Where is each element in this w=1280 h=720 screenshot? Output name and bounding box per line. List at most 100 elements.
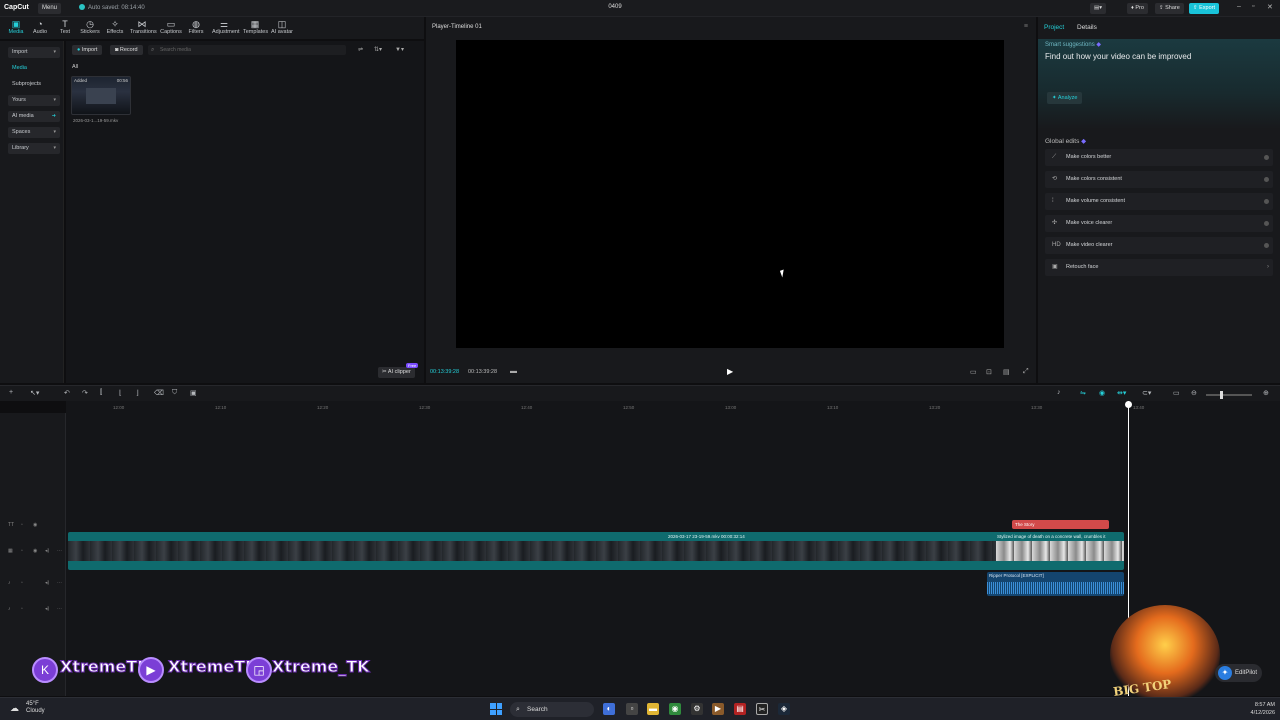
focus-icon[interactable]: ⊡ (986, 368, 992, 376)
settings-icon[interactable]: ⚙ (691, 703, 703, 715)
screen-icon[interactable]: ▣ (190, 389, 197, 397)
media-app-icon[interactable]: ▶ (712, 703, 724, 715)
lock-icon[interactable]: ▫ (21, 606, 23, 612)
eye-icon[interactable]: ◉ (33, 548, 37, 554)
mute-icon[interactable]: ◂) (45, 580, 49, 586)
crop-icon[interactable]: ▭ (970, 368, 977, 376)
timeline-ruler[interactable]: 12:00 12:10 12:20 12:30 12:40 12:50 13:0… (66, 401, 1280, 413)
undo-icon[interactable]: ↶ (64, 389, 70, 397)
microphone-icon[interactable]: ♪ (1057, 389, 1061, 396)
minimize-icon[interactable]: – (1237, 3, 1241, 10)
text-clip[interactable]: The Story (1012, 520, 1109, 529)
media-thumbnail[interactable]: Added 00:56 (71, 76, 131, 115)
windows-start-icon[interactable] (490, 703, 502, 715)
video-clip[interactable]: 2026-03-17 23-19-59.mkv 00:00:32:14 Styl… (68, 532, 1124, 570)
eye-icon[interactable]: ◉ (33, 522, 37, 528)
tab-project[interactable]: Project (1044, 24, 1064, 31)
edit-make-video-clearer[interactable]: HD Make video clearer (1045, 237, 1273, 254)
export-button[interactable]: ⇧ Export (1189, 3, 1220, 14)
zoom-out-icon[interactable]: ⊖ (1191, 389, 1197, 397)
video-preview[interactable] (456, 40, 1004, 348)
tool-audio[interactable]: ◔ Audio (28, 19, 52, 35)
search-input[interactable]: ⌕ Search media (148, 45, 346, 55)
delete-icon[interactable]: ⌫ (154, 389, 164, 397)
edit-retouch-face[interactable]: ▣ Retouch face › (1045, 259, 1273, 276)
more-icon[interactable]: ⋯ (57, 548, 62, 554)
select-tool-icon[interactable]: ↖▾ (30, 389, 39, 397)
hamburger-icon[interactable]: ≡ (1024, 23, 1028, 30)
weather-widget[interactable]: 45°F Cloudy (26, 701, 45, 715)
menu-button[interactable]: Menu (38, 3, 62, 14)
redo-icon[interactable]: ↷ (82, 389, 88, 397)
maximize-icon[interactable]: ▫ (1252, 3, 1254, 10)
snap-icon[interactable]: ⇹▾ (1117, 389, 1126, 397)
file-explorer-icon[interactable]: ▬ (647, 703, 659, 715)
tool-media[interactable]: ▣ Media (4, 19, 28, 35)
audio-clip[interactable]: Ripper Protocol [EXPLICIT] (987, 572, 1124, 596)
tool-ai-avatar[interactable]: ◫ AI avatar (270, 19, 294, 35)
timeline-icon[interactable]: ▬ (510, 368, 517, 375)
edit-make-colors-consistent[interactable]: ⟲ Make colors consistent (1045, 171, 1273, 188)
editpilot-button[interactable]: ✦ EditPilot (1215, 664, 1263, 682)
toggle-icon[interactable] (1264, 177, 1269, 182)
trim-left-icon[interactable]: ⌊ (119, 389, 122, 397)
filter-all[interactable]: All (72, 64, 78, 70)
toggle-icon[interactable] (1264, 243, 1269, 248)
more-icon[interactable]: ⋯ (57, 580, 62, 586)
mute-icon[interactable]: ◂) (45, 606, 49, 612)
play-button[interactable]: ▶ (727, 367, 733, 376)
preview-axis-icon[interactable]: ◉ (1099, 389, 1105, 397)
toggle-icon[interactable] (1264, 199, 1269, 204)
magnet-icon[interactable]: ⊂▾ (1142, 389, 1151, 397)
edit-make-voice-clearer[interactable]: ✣ Make voice clearer (1045, 215, 1273, 232)
pro-button[interactable]: ♦ Pro (1127, 3, 1148, 14)
news-app-icon[interactable]: ▤ (734, 703, 746, 715)
zoom-slider-handle[interactable] (1220, 391, 1223, 399)
sidebar-item-yours[interactable]: Yours ▾ (8, 95, 60, 106)
analyze-button[interactable]: ✦ Analyze (1047, 92, 1083, 104)
trim-right-icon[interactable]: ⌋ (136, 389, 139, 397)
import-button[interactable]: ● Import (72, 45, 103, 55)
tool-transitions[interactable]: ⋈ Transitions (130, 19, 157, 35)
fullscreen-icon[interactable]: ⤢ (1023, 368, 1029, 376)
edit-make-volume-consistent[interactable]: ⁞ Make volume consistent (1045, 193, 1273, 210)
widgets-app-icon[interactable]: ◐ (603, 703, 615, 715)
lock-icon[interactable]: ▫ (21, 522, 23, 528)
more-icon[interactable]: ⋯ (57, 606, 62, 612)
zoom-slider[interactable] (1206, 394, 1252, 396)
sidebar-item-subprojects[interactable]: Subprojects (8, 79, 60, 90)
taskbar-search[interactable]: ⌕ Search (510, 702, 594, 717)
project-title[interactable]: 0409 (600, 4, 630, 10)
edit-make-colors-better[interactable]: ⟋ Make colors better (1045, 149, 1273, 166)
tool-templates[interactable]: ▦ Templates (243, 19, 268, 35)
playhead-handle[interactable] (1125, 401, 1132, 408)
ratio-icon[interactable]: ▤ (1003, 368, 1010, 376)
tool-stickers[interactable]: ◷ Stickers (78, 19, 102, 35)
shield-icon[interactable]: ⛉ (172, 389, 177, 397)
sidebar-item-spaces[interactable]: Spaces ▾ (8, 127, 60, 138)
record-button[interactable]: ◙ Record (110, 45, 143, 55)
chrome-icon[interactable]: ◉ (669, 703, 681, 715)
task-view-icon[interactable]: ▫ (626, 703, 638, 715)
filter-icon[interactable]: ▼▾ (395, 46, 404, 53)
add-track-icon[interactable]: + (9, 389, 13, 396)
share-button[interactable]: ⇪ Share (1155, 3, 1184, 14)
tool-effects[interactable]: ✧ Effects (103, 19, 127, 35)
zoom-in-icon[interactable]: ⊕ (1263, 389, 1269, 397)
view-toggle-icon[interactable]: ⇌ (358, 46, 363, 53)
close-icon[interactable]: ✕ (1267, 3, 1273, 11)
system-clock[interactable]: 8:57 AM 4/12/2026 (1235, 701, 1275, 717)
toggle-icon[interactable] (1264, 221, 1269, 226)
link-icon[interactable]: ⇋ (1080, 389, 1086, 397)
tool-text[interactable]: T Text (53, 19, 77, 35)
split-icon[interactable]: ⫿ (100, 389, 102, 397)
sort-icon[interactable]: ⇅▾ (374, 46, 382, 53)
caption-track-icon[interactable]: ▭ (1173, 389, 1180, 397)
lock-icon[interactable]: ▫ (21, 580, 23, 586)
lock-icon[interactable]: ▫ (21, 548, 23, 554)
steam-icon[interactable]: ◈ (778, 703, 790, 715)
layout-icon[interactable]: ▤▾ (1090, 3, 1106, 14)
tab-details[interactable]: Details (1077, 24, 1097, 31)
tool-captions[interactable]: ▭ Captions (159, 19, 183, 35)
ai-clipper-button[interactable]: ✂ AI clipper (378, 367, 415, 378)
